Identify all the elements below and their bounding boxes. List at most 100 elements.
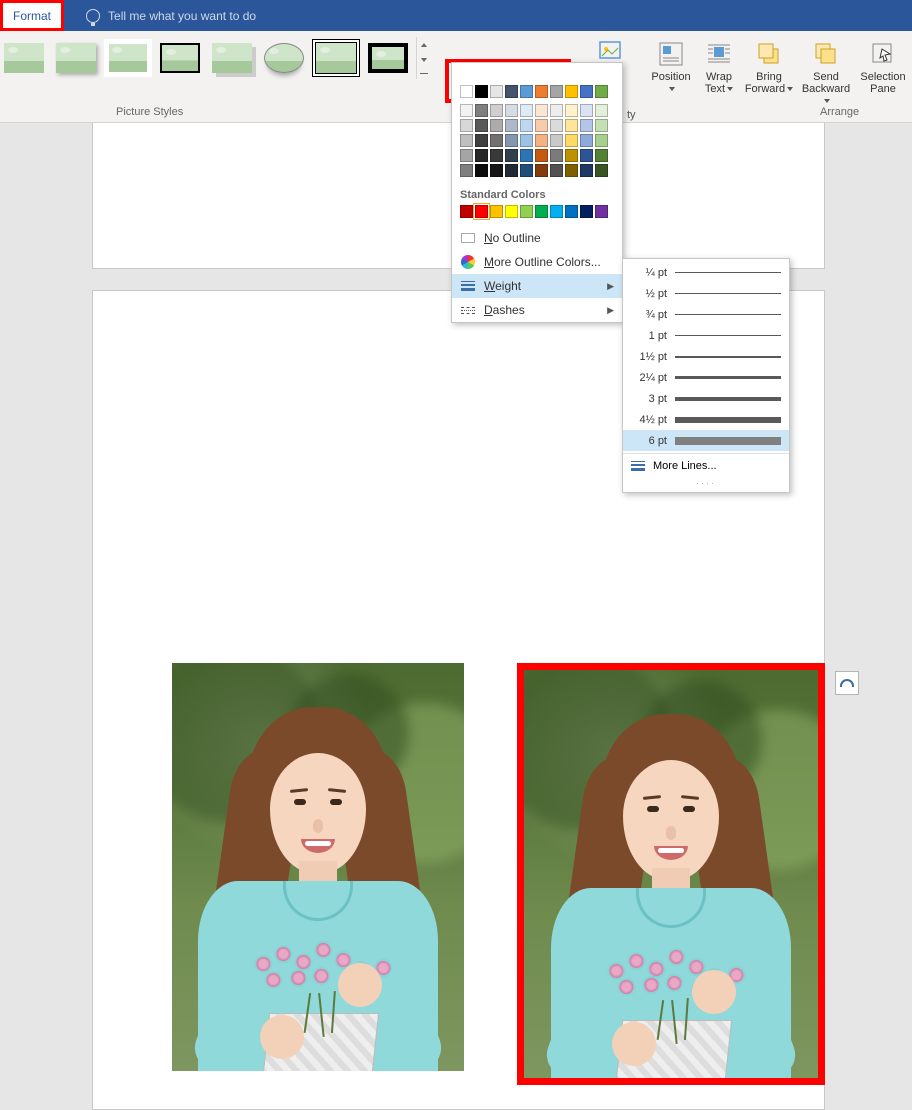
color-swatch[interactable] xyxy=(490,149,503,162)
format-tab[interactable]: Format xyxy=(0,0,64,31)
color-swatch[interactable] xyxy=(595,104,608,117)
color-swatch[interactable] xyxy=(520,205,533,218)
color-swatch[interactable] xyxy=(505,119,518,132)
color-swatch[interactable] xyxy=(520,104,533,117)
style-thumb-5[interactable] xyxy=(208,37,256,79)
color-swatch[interactable] xyxy=(490,134,503,147)
color-swatch[interactable] xyxy=(550,164,563,177)
weight-option[interactable]: ½ pt xyxy=(623,283,789,304)
style-thumb-1[interactable] xyxy=(0,37,48,79)
tell-me-search[interactable]: Tell me what you want to do xyxy=(86,9,256,23)
weight-option[interactable]: 1 pt xyxy=(623,325,789,346)
color-swatch[interactable] xyxy=(580,149,593,162)
more-lines-item[interactable]: More Lines... xyxy=(623,453,789,477)
color-swatch[interactable] xyxy=(475,85,488,98)
color-swatch[interactable] xyxy=(460,104,473,117)
color-swatch[interactable] xyxy=(535,119,548,132)
color-swatch[interactable] xyxy=(475,119,488,132)
color-swatch[interactable] xyxy=(490,164,503,177)
color-swatch[interactable] xyxy=(520,149,533,162)
color-swatch[interactable] xyxy=(490,104,503,117)
color-swatch[interactable] xyxy=(505,85,518,98)
color-swatch[interactable] xyxy=(505,164,518,177)
style-thumb-8[interactable] xyxy=(364,37,412,79)
color-swatch[interactable] xyxy=(520,134,533,147)
color-swatch[interactable] xyxy=(595,134,608,147)
color-swatch[interactable] xyxy=(535,104,548,117)
gallery-more-button[interactable] xyxy=(416,37,430,79)
color-swatch[interactable] xyxy=(550,85,563,98)
color-swatch[interactable] xyxy=(535,149,548,162)
weight-option[interactable]: 3 pt xyxy=(623,388,789,409)
color-swatch[interactable] xyxy=(520,85,533,98)
color-swatch[interactable] xyxy=(460,134,473,147)
color-swatch[interactable] xyxy=(520,164,533,177)
color-swatch[interactable] xyxy=(505,134,518,147)
color-swatch[interactable] xyxy=(550,104,563,117)
style-thumb-6[interactable] xyxy=(260,37,308,79)
style-thumb-3[interactable] xyxy=(104,37,152,79)
color-swatch[interactable] xyxy=(460,205,473,218)
weight-option[interactable]: 4½ pt xyxy=(623,409,789,430)
bring-forward-button[interactable]: Bring Forward xyxy=(742,37,796,95)
color-swatch[interactable] xyxy=(535,205,548,218)
color-swatch[interactable] xyxy=(550,134,563,147)
color-swatch[interactable] xyxy=(490,205,503,218)
color-swatch[interactable] xyxy=(550,149,563,162)
weight-option[interactable]: 2¼ pt xyxy=(623,367,789,388)
color-swatch[interactable] xyxy=(565,164,578,177)
color-swatch[interactable] xyxy=(580,85,593,98)
color-swatch[interactable] xyxy=(580,104,593,117)
color-swatch[interactable] xyxy=(565,104,578,117)
color-swatch[interactable] xyxy=(550,205,563,218)
color-swatch[interactable] xyxy=(535,134,548,147)
color-swatch[interactable] xyxy=(460,164,473,177)
position-button[interactable]: Position xyxy=(646,37,696,95)
layout-options-button[interactable] xyxy=(835,671,859,695)
color-swatch[interactable] xyxy=(595,85,608,98)
color-swatch[interactable] xyxy=(475,205,488,218)
color-swatch[interactable] xyxy=(460,85,473,98)
color-swatch[interactable] xyxy=(535,85,548,98)
color-swatch[interactable] xyxy=(490,85,503,98)
color-swatch[interactable] xyxy=(475,149,488,162)
color-swatch[interactable] xyxy=(505,149,518,162)
color-swatch[interactable] xyxy=(505,205,518,218)
color-swatch[interactable] xyxy=(580,119,593,132)
color-swatch[interactable] xyxy=(580,205,593,218)
more-outline-colors-item[interactable]: More Outline Colors... xyxy=(452,250,622,274)
picture-left[interactable] xyxy=(172,663,464,1071)
color-swatch[interactable] xyxy=(595,164,608,177)
color-swatch[interactable] xyxy=(475,134,488,147)
dashes-item[interactable]: Dashes ▶ xyxy=(452,298,622,322)
color-swatch[interactable] xyxy=(565,205,578,218)
picture-right-selected[interactable] xyxy=(517,663,825,1085)
color-swatch[interactable] xyxy=(565,134,578,147)
weight-option[interactable]: 1½ pt xyxy=(623,346,789,367)
style-thumb-2[interactable] xyxy=(52,37,100,79)
weight-option[interactable]: 6 pt xyxy=(623,430,789,451)
send-backward-button[interactable]: Send Backward xyxy=(798,37,854,107)
color-swatch[interactable] xyxy=(475,164,488,177)
color-swatch[interactable] xyxy=(535,164,548,177)
color-swatch[interactable] xyxy=(520,119,533,132)
color-swatch[interactable] xyxy=(475,104,488,117)
color-swatch[interactable] xyxy=(490,119,503,132)
color-swatch[interactable] xyxy=(505,104,518,117)
color-swatch[interactable] xyxy=(565,149,578,162)
color-swatch[interactable] xyxy=(565,119,578,132)
weight-option[interactable]: ¼ pt xyxy=(623,262,789,283)
wrap-text-button[interactable]: Wrap Text xyxy=(698,37,740,95)
color-swatch[interactable] xyxy=(565,85,578,98)
style-thumb-7[interactable] xyxy=(312,37,360,79)
color-swatch[interactable] xyxy=(460,119,473,132)
no-outline-item[interactable]: No Outline xyxy=(452,226,622,250)
color-swatch[interactable] xyxy=(595,205,608,218)
color-swatch[interactable] xyxy=(580,164,593,177)
weight-item[interactable]: Weight ▶ xyxy=(452,274,622,298)
weight-option[interactable]: ¾ pt xyxy=(623,304,789,325)
selection-pane-button[interactable]: Selection Pane xyxy=(857,37,909,95)
color-swatch[interactable] xyxy=(595,149,608,162)
color-swatch[interactable] xyxy=(550,119,563,132)
color-swatch[interactable] xyxy=(580,134,593,147)
